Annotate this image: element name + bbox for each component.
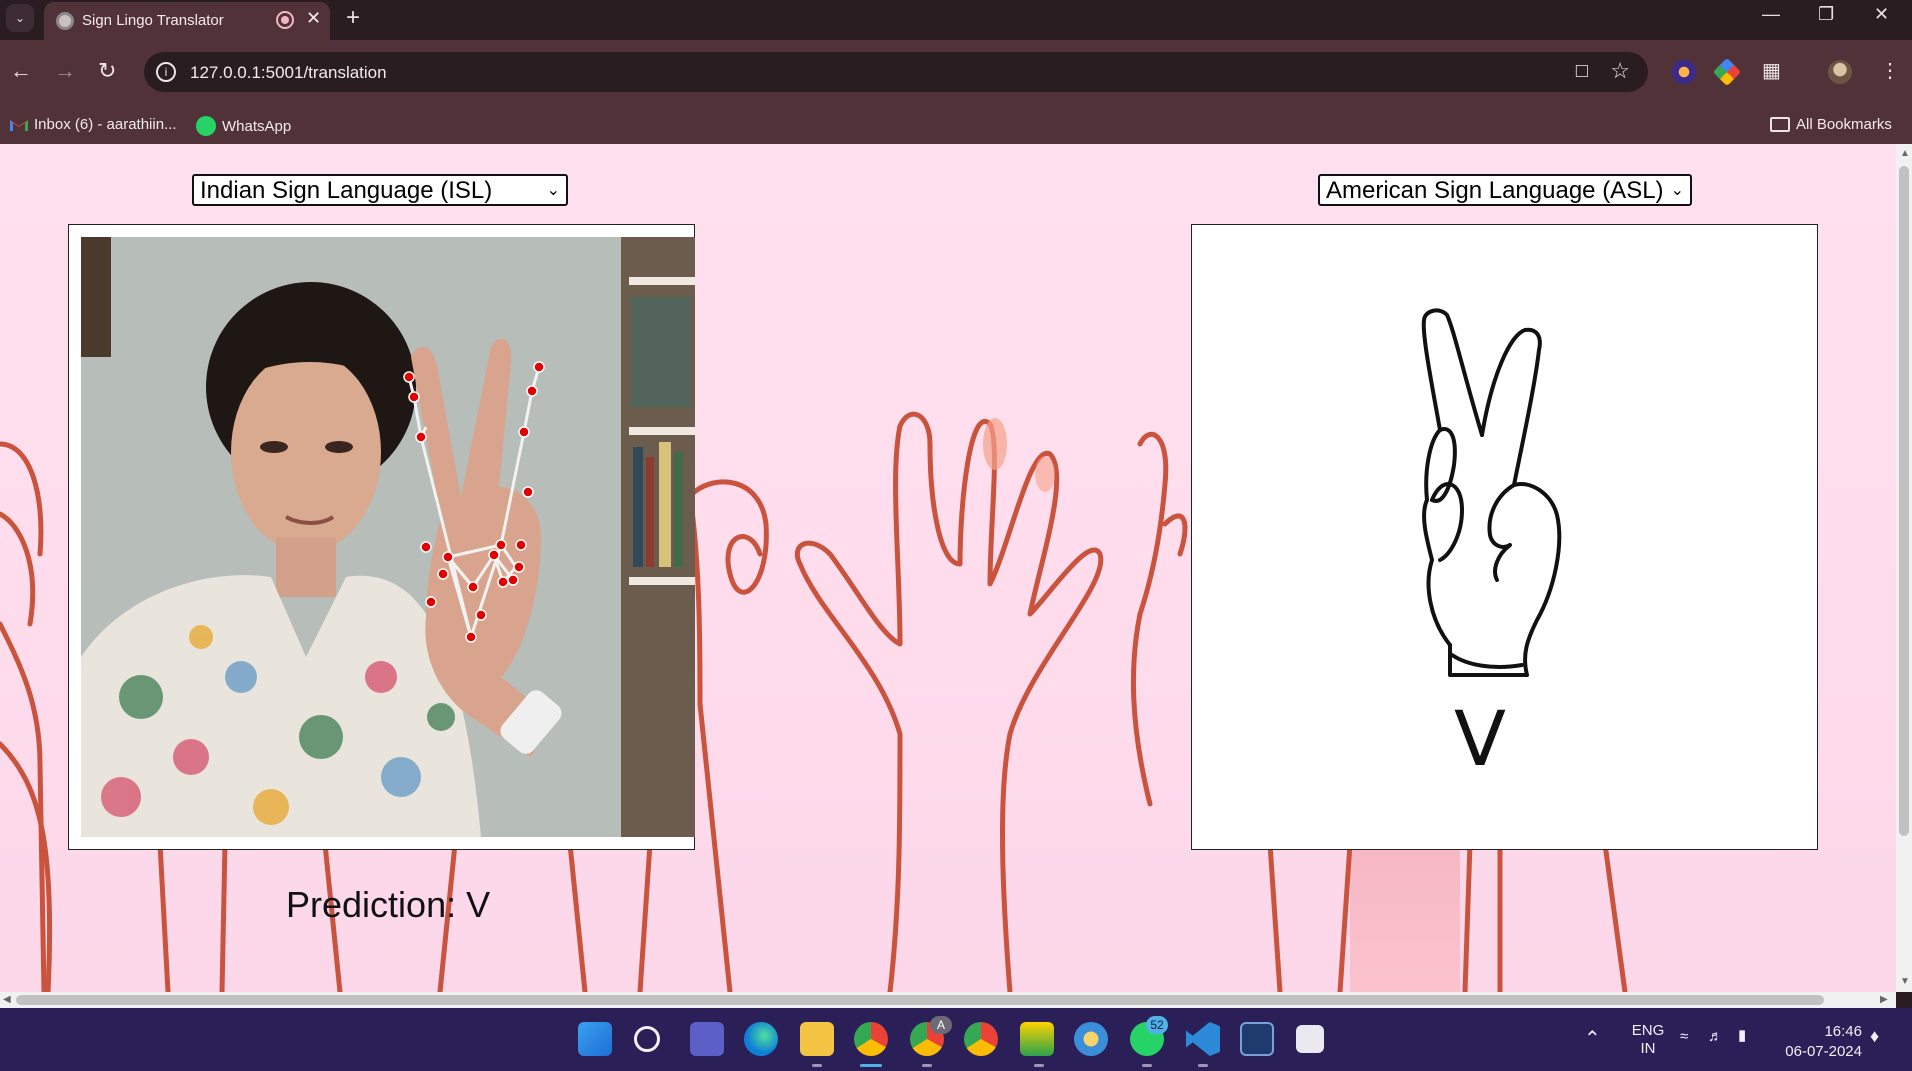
webcam-video-feed (81, 237, 695, 837)
back-button[interactable]: ← (10, 58, 32, 84)
prediction-value: V (466, 884, 491, 925)
extension-icon-1[interactable] (1672, 60, 1696, 84)
globe-icon (56, 12, 74, 30)
scroll-down-arrow-icon[interactable]: ▼ (1900, 976, 1910, 987)
all-bookmarks-button[interactable]: All Bookmarks (1770, 116, 1892, 133)
search-icon[interactable] (634, 1026, 660, 1052)
windows-taskbar: A 52 ⌃ ENG IN ≈ ♬ ▮ 16:46 06-07-2024 ♦ (0, 1008, 1912, 1071)
running-indicator (922, 1064, 932, 1067)
active-indicator (860, 1064, 882, 1067)
browser-toolbar: ← → ↻ i 127.0.0.1:5001/translation □ ☆ ▦… (0, 40, 1912, 104)
bookmark-star-icon[interactable]: ☆ (1610, 58, 1630, 84)
region-code: IN (1640, 1040, 1656, 1057)
asl-sign-image: V (1192, 225, 1817, 849)
reload-button[interactable]: ↻ (98, 58, 116, 84)
source-language-value: Indian Sign Language (ISL) (200, 177, 493, 204)
running-indicator (1034, 1064, 1044, 1067)
database-tool-icon[interactable] (1240, 1022, 1274, 1056)
volume-icon[interactable]: ♬ (1708, 1028, 1723, 1045)
pink-sleeve-shape (1350, 844, 1460, 992)
new-tab-button[interactable]: + (346, 4, 360, 32)
forward-button[interactable]: → (54, 58, 76, 84)
close-window-button[interactable]: ✕ (1874, 4, 1889, 25)
wifi-icon[interactable]: ≈ (1680, 1028, 1688, 1045)
horizontal-scrollbar[interactable]: ◀ ▶ (0, 992, 1896, 1008)
all-bookmarks-label: All Bookmarks (1796, 116, 1892, 133)
prediction-text: Prediction: V (286, 884, 490, 926)
language-code: ENG (1631, 1022, 1665, 1039)
vscode-icon[interactable] (1186, 1022, 1220, 1056)
output-letter: V (1454, 694, 1506, 783)
edge-icon[interactable] (744, 1022, 778, 1056)
target-language-select[interactable]: American Sign Language (ASL) ⌄ (1318, 174, 1692, 206)
chevron-down-icon: ⌄ (1670, 180, 1684, 200)
menu-kebab-icon[interactable]: ⋮ (1880, 58, 1900, 83)
address-bar[interactable]: i 127.0.0.1:5001/translation □ ☆ (144, 52, 1648, 92)
restore-button[interactable]: ❐ (1818, 4, 1834, 25)
battery-icon[interactable]: ▮ (1738, 1026, 1746, 1044)
extensions-puzzle-icon[interactable]: ▦ (1762, 58, 1781, 83)
minimize-button[interactable]: — (1762, 4, 1780, 25)
bookmark-label: Inbox (6) - aarathiin... (34, 116, 177, 133)
profile-avatar[interactable] (1828, 60, 1852, 84)
chrome-secondary-icon[interactable] (964, 1022, 998, 1056)
chevron-up-icon[interactable]: ⌃ (1584, 1026, 1601, 1051)
app-plus-icon[interactable] (1020, 1022, 1054, 1056)
paint-icon[interactable] (1074, 1022, 1108, 1056)
chrome-profile-badge: A (930, 1016, 952, 1034)
url-text: 127.0.0.1:5001/translation (190, 63, 387, 82)
snipping-tool-icon[interactable] (1296, 1025, 1324, 1053)
scroll-right-arrow-icon[interactable]: ▶ (1880, 994, 1888, 1005)
language-indicator[interactable]: ENG IN (1628, 1022, 1668, 1058)
prediction-label: Prediction: (286, 884, 457, 925)
tab-title: Sign Lingo Translator (82, 12, 224, 29)
webcam-frame-image (81, 237, 695, 837)
clock-time: 16:46 (1824, 1023, 1862, 1040)
bookmark-gmail[interactable]: Inbox (6) - aarathiin... (10, 116, 177, 133)
vertical-scrollbar[interactable]: ▲ ▼ (1896, 144, 1912, 992)
folder-icon (1770, 117, 1790, 132)
whatsapp-icon (196, 116, 216, 136)
teams-icon[interactable] (690, 1022, 724, 1056)
running-indicator (1198, 1064, 1208, 1067)
camera-icon[interactable]: □ (1576, 60, 1588, 83)
whatsapp-unread-badge: 52 (1146, 1016, 1168, 1034)
source-language-select[interactable]: Indian Sign Language (ISL) ⌄ (192, 174, 568, 206)
recording-icon (276, 11, 294, 29)
windows-start-icon[interactable] (578, 1022, 612, 1056)
tab-search-button[interactable]: ⌄ (6, 4, 34, 32)
vertical-scroll-thumb[interactable] (1899, 166, 1909, 836)
site-info-icon[interactable]: i (156, 62, 176, 82)
bookmark-whatsapp[interactable]: WhatsApp (196, 116, 291, 136)
notification-bell-icon[interactable]: ♦ (1870, 1026, 1879, 1047)
extension-icon-2[interactable] (1712, 57, 1742, 87)
gmail-icon (10, 120, 28, 131)
browser-title-bar: ⌄ Sign Lingo Translator ✕ + — ❐ ✕ (0, 0, 1912, 40)
chevron-down-icon: ⌄ (546, 182, 560, 199)
close-tab-icon[interactable]: ✕ (306, 8, 321, 29)
webcam-panel (68, 224, 695, 850)
clock-date: 06-07-2024 (1785, 1043, 1862, 1060)
running-indicator (1142, 1064, 1152, 1067)
sign-output-panel: V (1191, 224, 1818, 850)
horizontal-scroll-thumb[interactable] (16, 995, 1824, 1005)
browser-tab-active[interactable]: Sign Lingo Translator ✕ (44, 2, 330, 40)
file-explorer-icon[interactable] (800, 1022, 834, 1056)
scroll-left-arrow-icon[interactable]: ◀ (3, 994, 11, 1005)
page-viewport: Indian Sign Language (ISL) ⌄ American Si… (0, 144, 1896, 992)
running-indicator (812, 1064, 822, 1067)
bookmark-label: WhatsApp (222, 117, 292, 135)
target-language-value: American Sign Language (ASL) (1326, 177, 1664, 204)
scroll-up-arrow-icon[interactable]: ▲ (1900, 148, 1910, 159)
chrome-icon[interactable] (854, 1022, 888, 1056)
clock[interactable]: 16:46 06-07-2024 (1778, 1022, 1862, 1062)
bookmarks-bar: Inbox (6) - aarathiin... WhatsApp All Bo… (0, 104, 1912, 144)
